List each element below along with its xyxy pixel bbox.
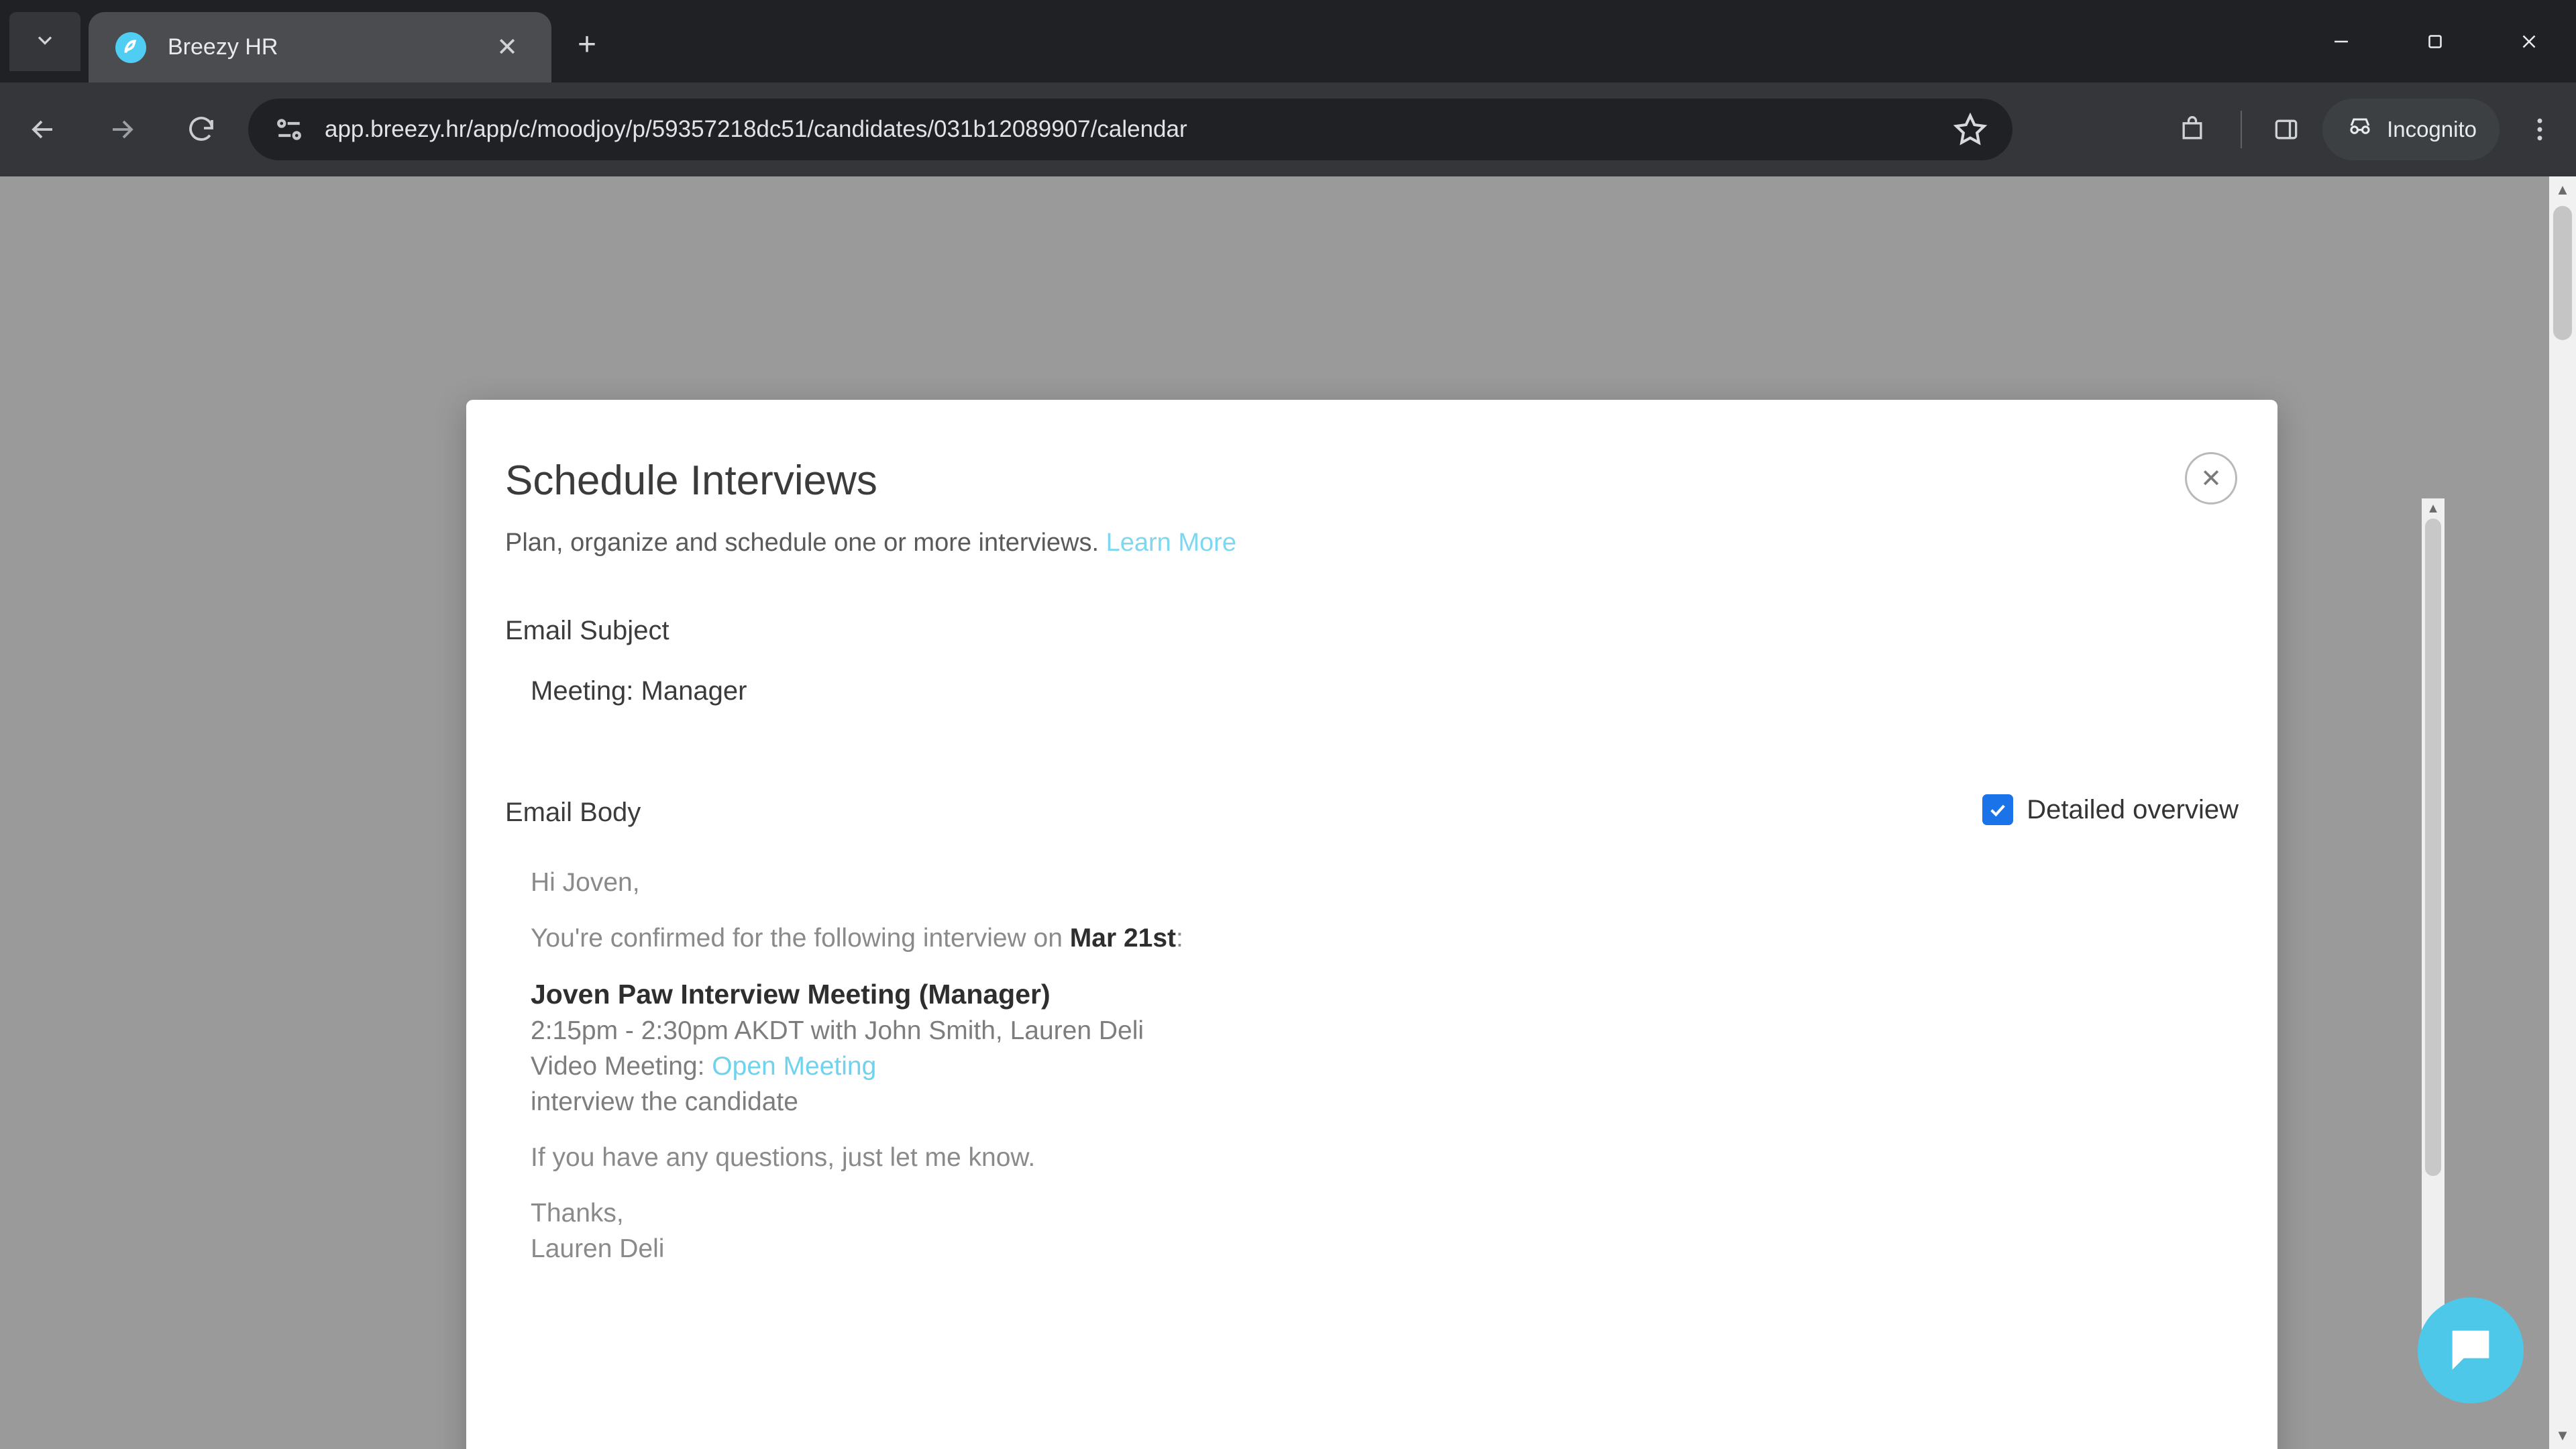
learn-more-link[interactable]: Learn More — [1106, 529, 1236, 557]
maximize-icon[interactable] — [2388, 0, 2482, 83]
extensions-icon[interactable] — [2160, 97, 2224, 162]
scroll-up-icon[interactable]: ▲ — [2422, 498, 2445, 519]
video-meeting-label: Video Meeting: — [531, 1052, 712, 1081]
tab-title: Breezy HR — [168, 34, 278, 60]
incognito-icon — [2345, 112, 2387, 147]
body-signature: Lauren Deli — [531, 1234, 665, 1263]
content-scrollbar[interactable]: ▲ ▼ — [2422, 498, 2445, 1344]
incognito-indicator[interactable]: Incognito — [2322, 99, 2500, 160]
forward-arrow-icon[interactable] — [86, 93, 158, 166]
chat-bubble-icon — [2443, 1322, 2498, 1380]
address-bar[interactable]: app.breezy.hr/app/c/moodjoy/p/59357218dc… — [248, 99, 2012, 160]
detailed-overview-label: Detailed overview — [2027, 794, 2239, 824]
body-greeting: Hi Joven, — [531, 868, 640, 897]
star-icon[interactable] — [1951, 110, 1990, 149]
browser-tab[interactable]: Breezy HR ✕ — [89, 12, 551, 83]
confirm-date: Mar 21st — [1069, 924, 1177, 953]
body-confirm-line: You're confirmed for the following inter… — [531, 925, 2074, 951]
chevron-down-icon — [33, 28, 57, 56]
body-meeting-note: interview the candidate — [531, 1087, 798, 1116]
window-controls — [2294, 0, 2576, 83]
scrollbar-thumb[interactable] — [2553, 206, 2572, 340]
modal-subtitle-text: Plan, organize and schedule one or more … — [505, 529, 1099, 557]
email-subject-input[interactable]: Meeting: Manager — [531, 676, 747, 706]
confirm-suffix: : — [1176, 924, 1183, 953]
body-meeting-title: Joven Paw Interview Meeting (Manager) — [531, 979, 1051, 1010]
side-panel-icon[interactable] — [2254, 97, 2318, 162]
incognito-label: Incognito — [2387, 117, 2477, 142]
toolbar-divider — [2241, 111, 2243, 148]
web-page: J Joven Paw 📶 ★ ← → ✕ Experience — [0, 176, 2576, 1449]
minimize-icon[interactable] — [2294, 0, 2388, 83]
window-close-icon[interactable] — [2482, 0, 2576, 83]
email-body-label: Email Body — [505, 798, 641, 827]
email-subject-label: Email Subject — [505, 616, 669, 645]
close-icon[interactable]: ✕ — [2185, 452, 2237, 504]
back-arrow-icon[interactable] — [7, 93, 79, 166]
body-closing: Thanks, — [531, 1199, 624, 1228]
scrollbar-thumb[interactable] — [2425, 519, 2441, 1176]
intercom-chat-button[interactable] — [2418, 1297, 2524, 1403]
email-body-editor[interactable]: Hi Joven, You're confirmed for the follo… — [531, 869, 2074, 1262]
browser-toolbar: app.breezy.hr/app/c/moodjoy/p/59357218dc… — [0, 83, 2576, 176]
body-video-line: Video Meeting: Open Meeting — [531, 1053, 2074, 1079]
new-tab-button[interactable]: + — [568, 25, 606, 64]
body-questions-line: If you have any questions, just let me k… — [531, 1143, 1036, 1172]
schedule-interviews-modal: ✕ Schedule Interviews Plan, organize and… — [466, 400, 2277, 1449]
tab-search-button[interactable] — [9, 12, 80, 71]
modal-title: Schedule Interviews — [505, 458, 877, 504]
modal-footer: Save as Template Back Send Invite — [466, 1433, 2277, 1449]
scroll-down-icon[interactable]: ▼ — [2549, 1422, 2576, 1449]
modal-subtitle: Plan, organize and schedule one or more … — [505, 529, 1236, 557]
detailed-overview-checkbox[interactable]: Detailed overview — [1982, 794, 2239, 825]
checkbox-checked-icon[interactable] — [1982, 794, 2014, 825]
tab-close-icon[interactable]: ✕ — [491, 32, 523, 64]
open-meeting-link[interactable]: Open Meeting — [712, 1052, 876, 1081]
page-scrollbar[interactable]: ▲ ▼ — [2549, 176, 2576, 1449]
body-meeting-time: 2:15pm - 2:30pm AKDT with John Smith, La… — [531, 1016, 1144, 1045]
screen: Breezy HR ✕ + app.breezy.hr/app/c/moodjo… — [0, 0, 2576, 1449]
reload-icon[interactable] — [165, 93, 237, 166]
url-text: app.breezy.hr/app/c/moodjoy/p/59357218dc… — [325, 116, 1187, 142]
page-settings-icon[interactable] — [271, 111, 307, 148]
breezy-logo-icon — [115, 32, 146, 63]
toolbar-right-group: Incognito — [2160, 83, 2576, 176]
browser-titlebar: Breezy HR ✕ + — [0, 0, 2576, 83]
scroll-up-icon[interactable]: ▲ — [2549, 176, 2576, 203]
three-dot-menu-icon[interactable] — [2508, 97, 2572, 162]
confirm-prefix: You're confirmed for the following inter… — [531, 924, 1070, 953]
